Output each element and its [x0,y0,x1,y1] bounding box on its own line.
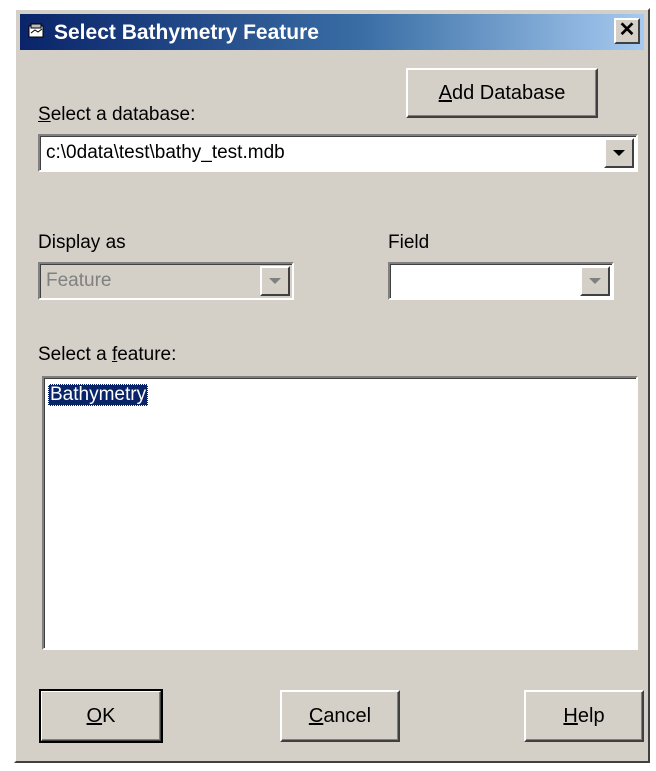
title-bar[interactable]: Select Bathymetry Feature ✕ [20,14,644,50]
display-as-select-value: Feature [46,270,112,291]
feature-label: Select a feature: [38,344,176,366]
ok-label-rest: K [102,704,116,727]
app-icon [28,23,44,38]
add-database-button[interactable]: Add Database [406,68,598,118]
ok-label-mnemonic: O [86,704,103,727]
display-as-select[interactable]: Feature [38,262,294,300]
chevron-down-icon [589,278,601,284]
display-as-dropdown-button[interactable] [260,266,290,296]
feature-label-prefix: Select a [38,344,112,365]
field-select[interactable] [388,262,614,300]
display-as-label: Display as [38,232,126,253]
database-label-mnemonic: S [38,104,51,125]
help-button[interactable]: Help [524,690,644,742]
feature-list[interactable]: Bathymetry [42,376,638,650]
database-dropdown-button[interactable] [604,138,634,168]
cancel-label-mnemonic: C [308,704,324,727]
close-button[interactable]: ✕ [614,18,640,44]
field-dropdown-button[interactable] [580,266,610,296]
cancel-label-rest: ancel [323,704,372,727]
help-label-rest: elp [577,704,605,727]
chevron-down-icon [613,150,625,156]
database-select[interactable]: c:\0data\test\bathy_test.mdb [38,134,638,172]
field-label: Field [388,232,430,253]
chevron-down-icon [269,278,281,284]
dialog-window: Select Bathymetry Feature ✕ Add Database… [14,8,650,763]
add-database-label-rest: dd Database [451,81,566,104]
list-item[interactable]: Bathymetry [48,384,149,406]
database-label-rest: elect a database: [50,104,196,125]
cancel-button[interactable]: Cancel [280,690,400,742]
database-label: Select a database: [38,104,195,126]
window-title: Select Bathymetry Feature [54,21,319,44]
close-icon: ✕ [618,19,636,41]
add-database-label-mnemonic: A [438,81,452,104]
ok-button[interactable]: OK [39,689,163,743]
feature-label-rest: eature: [117,344,177,365]
database-select-value: c:\0data\test\bathy_test.mdb [46,142,285,163]
help-label-mnemonic: H [563,704,578,727]
